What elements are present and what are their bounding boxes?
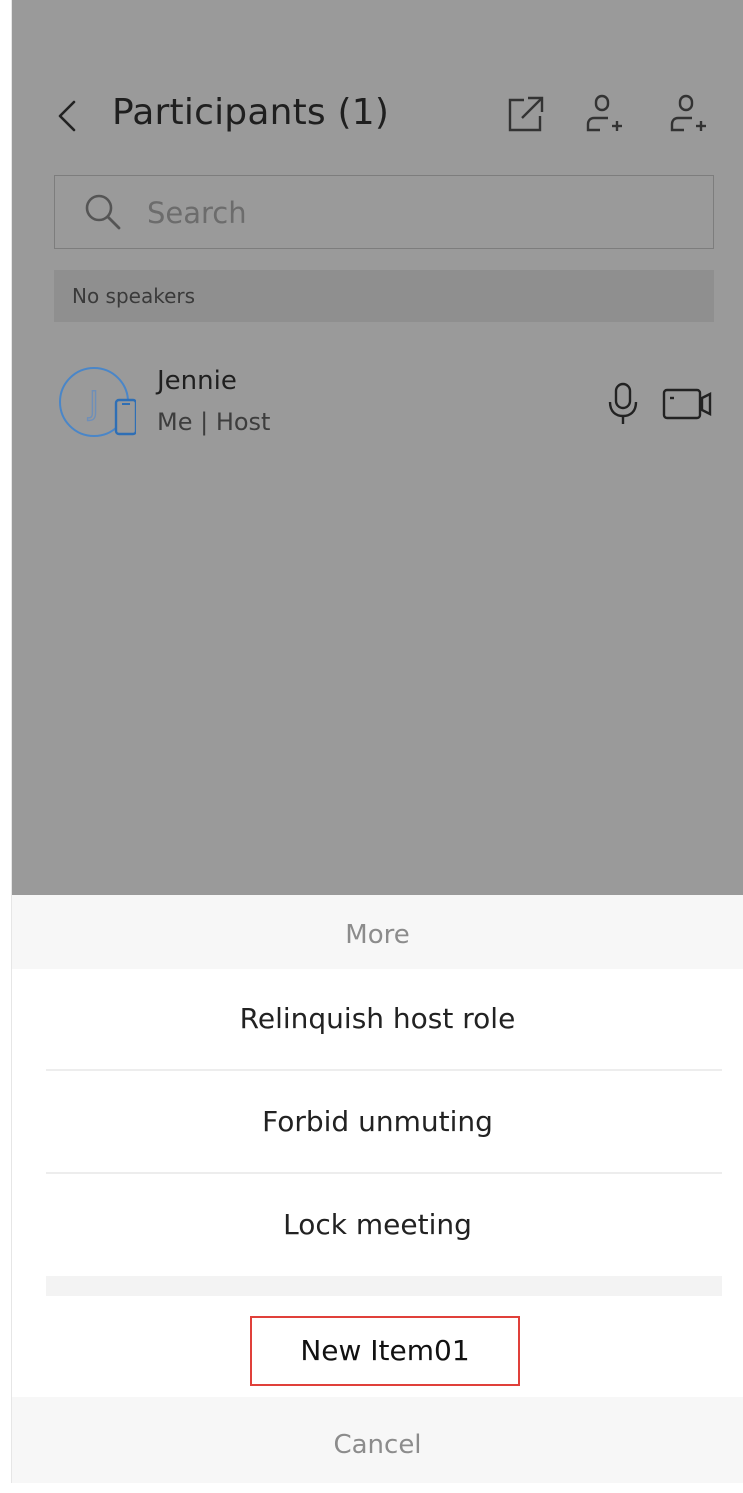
participant-row[interactable]: J Jennie Me | Host bbox=[12, 352, 743, 452]
divider bbox=[46, 1069, 722, 1071]
divider bbox=[46, 1172, 722, 1174]
microphone-icon[interactable] bbox=[606, 382, 640, 426]
cancel-button[interactable]: Cancel bbox=[12, 1397, 743, 1483]
share-external-icon[interactable] bbox=[504, 92, 548, 136]
speakers-banner: No speakers bbox=[54, 270, 714, 322]
new-item-option[interactable]: New Item01 bbox=[250, 1316, 520, 1386]
avatar: J bbox=[56, 364, 136, 444]
section-separator bbox=[46, 1276, 722, 1296]
page-title: Participants (1) bbox=[112, 92, 390, 133]
sheet-title: More bbox=[12, 895, 743, 969]
add-person-icon[interactable] bbox=[582, 92, 626, 136]
participant-role: Me | Host bbox=[157, 408, 271, 436]
relinquish-host-role-option[interactable]: Relinquish host role bbox=[12, 969, 743, 1069]
chevron-left-icon[interactable] bbox=[52, 96, 86, 136]
search-placeholder: Search bbox=[147, 196, 247, 230]
add-person-icon[interactable] bbox=[666, 92, 710, 136]
left-edge-strip bbox=[0, 0, 12, 1483]
mobile-phone-icon bbox=[114, 398, 136, 436]
participants-header: Participants (1) bbox=[12, 78, 743, 158]
participant-name: Jennie bbox=[157, 366, 237, 396]
forbid-unmuting-option[interactable]: Forbid unmuting bbox=[12, 1072, 743, 1172]
search-input[interactable]: Search bbox=[54, 175, 714, 249]
svg-text:J: J bbox=[87, 384, 98, 422]
speakers-label: No speakers bbox=[72, 284, 196, 308]
video-camera-icon[interactable] bbox=[662, 386, 714, 422]
lock-meeting-option[interactable]: Lock meeting bbox=[12, 1175, 743, 1275]
search-icon bbox=[83, 192, 123, 232]
